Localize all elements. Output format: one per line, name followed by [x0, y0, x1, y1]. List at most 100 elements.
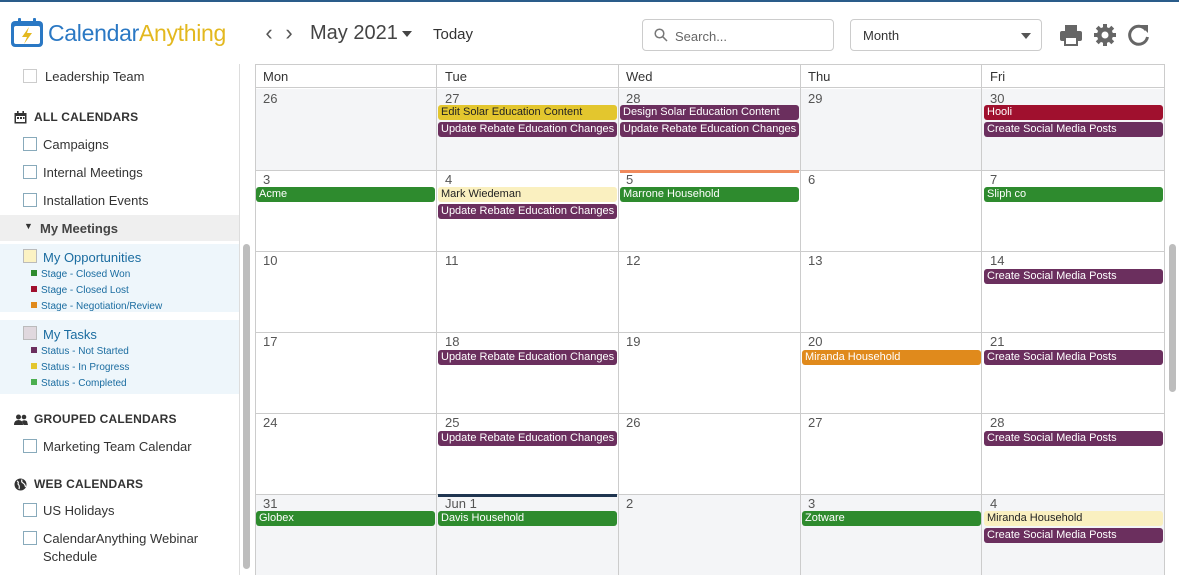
legend-closed-won: Stage - Closed Won [31, 269, 130, 280]
my-tasks-label[interactable]: My Tasks [43, 327, 97, 342]
group-label: My Meetings [40, 221, 119, 236]
legend-swatch [31, 363, 37, 369]
sidebar-item-webinar-schedule[interactable]: CalendarAnything Webinar Schedule [0, 531, 239, 571]
day-number[interactable]: 3 [263, 172, 270, 187]
calendar-event[interactable]: Globex [256, 511, 435, 526]
checkbox[interactable] [23, 503, 37, 517]
refresh-icon[interactable] [1126, 22, 1152, 48]
calendar-event[interactable]: Create Social Media Posts [984, 431, 1163, 446]
sidebar-item-installation-events[interactable]: Installation Events [0, 193, 239, 217]
my-tasks-group: My Tasks Status - Not Started Status - I… [0, 320, 239, 394]
day-number[interactable]: 21 [990, 334, 1004, 349]
day-number[interactable]: 27 [808, 415, 822, 430]
checkbox[interactable] [23, 249, 37, 263]
chevron-down-icon [1021, 33, 1031, 39]
checkbox[interactable] [23, 69, 37, 83]
day-number[interactable]: 19 [626, 334, 640, 349]
calendar-event[interactable]: Acme [256, 187, 435, 202]
grid-line [981, 64, 982, 575]
sidebar-item-leadership-team[interactable]: Leadership Team [0, 69, 239, 93]
search-box [642, 19, 834, 51]
day-number[interactable]: 10 [263, 253, 277, 268]
search-icon [654, 28, 668, 42]
day-number[interactable]: 18 [445, 334, 459, 349]
checkbox[interactable] [23, 193, 37, 207]
day-number[interactable]: 12 [626, 253, 640, 268]
print-icon[interactable] [1058, 22, 1084, 48]
day-number[interactable]: 28 [990, 415, 1004, 430]
previous-icon[interactable]: ‹ [262, 22, 276, 44]
legend-not-started: Status - Not Started [31, 346, 129, 357]
checkbox[interactable] [23, 137, 37, 151]
weekday-label: Wed [626, 69, 653, 84]
day-number[interactable]: 26 [263, 91, 277, 106]
checkbox[interactable] [23, 531, 37, 545]
day-number[interactable]: 27 [445, 91, 459, 106]
calendar-event[interactable]: Update Rebate Education Changes [438, 204, 617, 219]
calendar-event[interactable]: Davis Household [438, 511, 617, 526]
day-number[interactable]: 5 [626, 172, 633, 187]
search-input[interactable] [675, 26, 825, 46]
calendar-event[interactable]: Create Social Media Posts [984, 528, 1163, 543]
calendar-event[interactable]: Miranda Household [802, 350, 981, 365]
calendar-event[interactable]: Update Rebate Education Changes [438, 431, 617, 446]
day-number[interactable]: 7 [990, 172, 997, 187]
sidebar-item-us-holidays[interactable]: US Holidays [0, 503, 239, 527]
calendar-event[interactable]: Update Rebate Education Changes [438, 350, 617, 365]
my-meetings-group[interactable]: ▼ My Meetings [0, 215, 239, 241]
day-number[interactable]: 31 [263, 496, 277, 511]
calendar-event[interactable]: Zotware [802, 511, 981, 526]
calendar-event[interactable]: Update Rebate Education Changes [620, 122, 799, 137]
day-number[interactable]: 17 [263, 334, 277, 349]
sidebar-scrollbar[interactable] [243, 244, 250, 569]
calendar-event[interactable]: Create Social Media Posts [984, 269, 1163, 284]
calendar-event[interactable]: Create Social Media Posts [984, 122, 1163, 137]
checkbox[interactable] [23, 326, 37, 340]
month-title[interactable]: May 2021 [310, 22, 398, 45]
day-number[interactable]: 28 [626, 91, 640, 106]
my-opportunities-group: My Opportunities Stage - Closed Won Stag… [0, 244, 239, 312]
day-number[interactable]: Jun 1 [445, 496, 477, 511]
day-number[interactable]: 6 [808, 172, 815, 187]
day-number[interactable]: 14 [990, 253, 1004, 268]
calendar-event[interactable]: Hooli [984, 105, 1163, 120]
sidebar-item-marketing-team[interactable]: Marketing Team Calendar [0, 439, 239, 463]
day-number[interactable]: 4 [445, 172, 452, 187]
day-number[interactable]: 11 [445, 253, 459, 268]
today-button[interactable]: Today [433, 26, 473, 43]
calendar-event[interactable]: Design Solar Education Content [620, 105, 799, 120]
calendar-event[interactable]: Miranda Household [984, 511, 1163, 526]
day-number[interactable]: 26 [626, 415, 640, 430]
logo-part2: Anything [138, 19, 227, 46]
calendar-event[interactable]: Edit Solar Education Content [438, 105, 617, 120]
gear-icon[interactable] [1092, 22, 1118, 48]
my-opportunities-label[interactable]: My Opportunities [43, 250, 141, 265]
month-caret-icon[interactable] [402, 31, 412, 37]
day-number[interactable]: 2 [626, 496, 633, 511]
checkbox[interactable] [23, 165, 37, 179]
section-title: ALL CALENDARS [34, 110, 139, 124]
day-number[interactable]: 3 [808, 496, 815, 511]
checkbox[interactable] [23, 439, 37, 453]
sidebar-item-label: Marketing Team Calendar [43, 439, 192, 454]
calendar-event[interactable]: Sliph co [984, 187, 1163, 202]
day-number[interactable]: 25 [445, 415, 459, 430]
calendar-event[interactable]: Mark Wiedeman [438, 187, 617, 202]
next-icon[interactable]: › [282, 22, 296, 44]
calendar-event[interactable]: Create Social Media Posts [984, 350, 1163, 365]
sidebar-item-label: Campaigns [43, 137, 109, 152]
view-select[interactable]: Month [850, 19, 1042, 51]
caret-down-icon: ▼ [24, 221, 33, 231]
calendar-event[interactable]: Marrone Household [620, 187, 799, 202]
legend-label: Status - Completed [41, 378, 127, 389]
calendar-event[interactable]: Update Rebate Education Changes [438, 122, 617, 137]
day-number[interactable]: 29 [808, 91, 822, 106]
calendar-scrollbar[interactable] [1169, 244, 1176, 392]
day-number[interactable]: 20 [808, 334, 822, 349]
sidebar-item-campaigns[interactable]: Campaigns [0, 137, 239, 161]
day-number[interactable]: 24 [263, 415, 277, 430]
day-number[interactable]: 13 [808, 253, 822, 268]
day-number[interactable]: 4 [990, 496, 997, 511]
sidebar-item-internal-meetings[interactable]: Internal Meetings [0, 165, 239, 189]
day-number[interactable]: 30 [990, 91, 1004, 106]
